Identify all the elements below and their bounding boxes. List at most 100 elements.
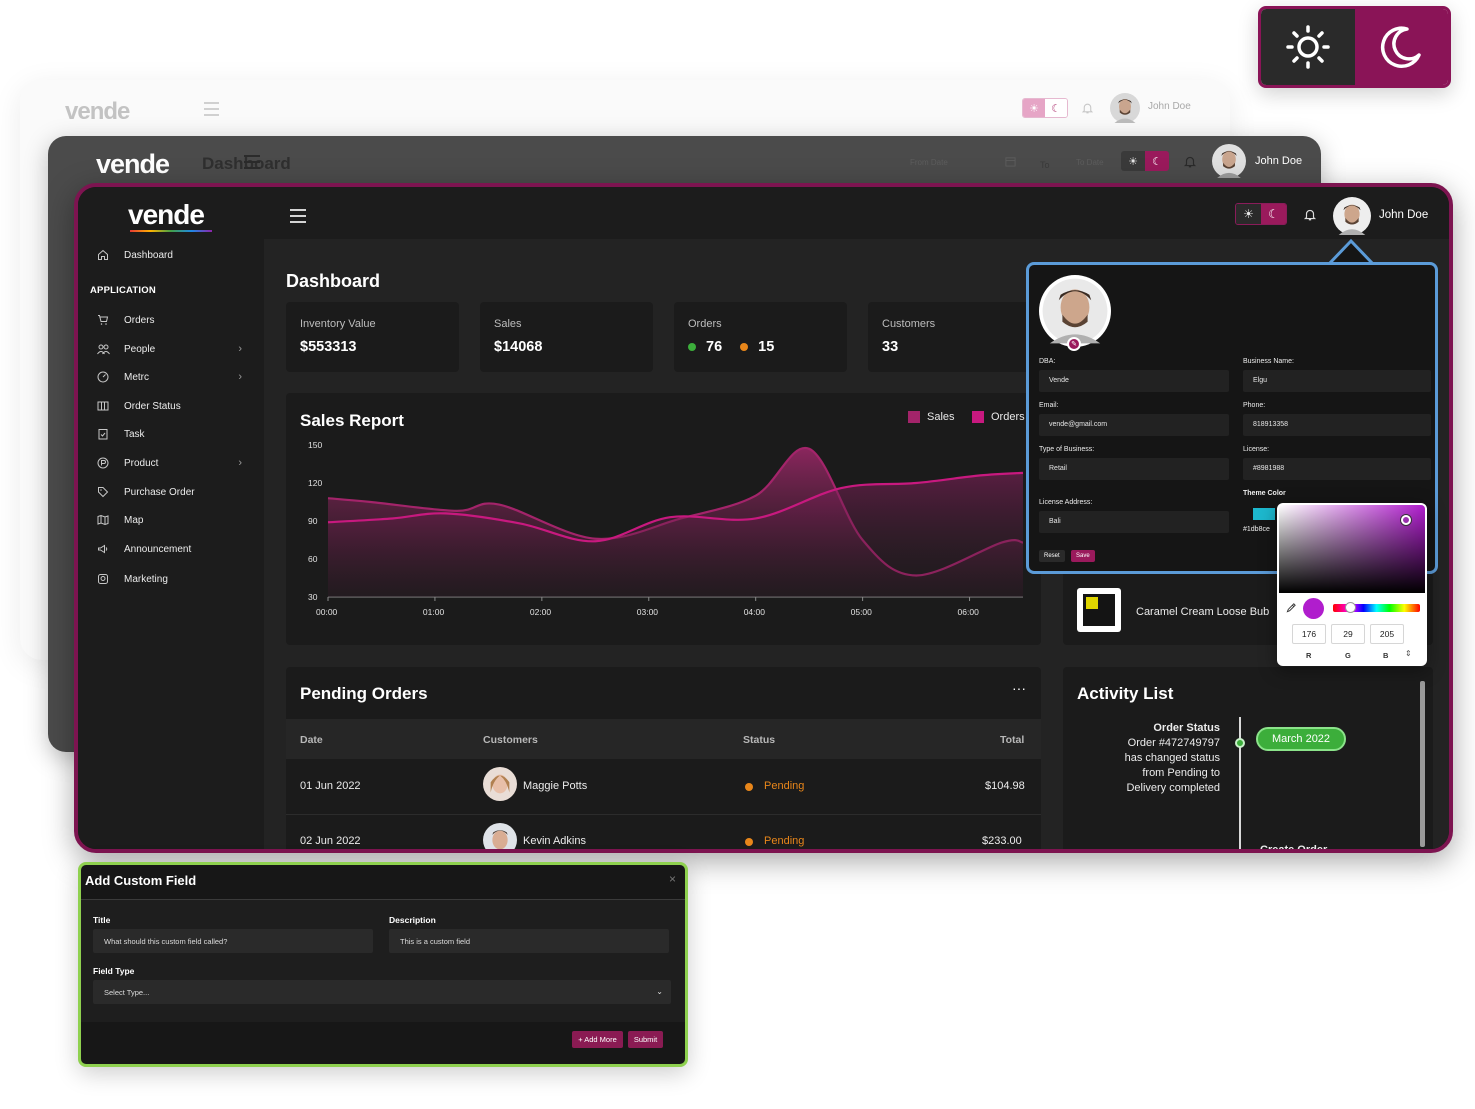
- app-logo[interactable]: vende: [128, 199, 205, 231]
- sidebar-item-orders[interactable]: Orders: [96, 309, 246, 331]
- column-header-total[interactable]: Total: [1000, 734, 1024, 746]
- license-address-field[interactable]: Bali: [1039, 511, 1229, 533]
- table-header: [286, 719, 1041, 759]
- legend-swatch-orders: [972, 411, 984, 423]
- column-header-status[interactable]: Status: [743, 734, 775, 746]
- activity-date-pill: March 2022: [1256, 727, 1346, 751]
- to-label: To: [1040, 160, 1050, 170]
- gauge-icon: [96, 370, 110, 384]
- more-options-icon[interactable]: ···: [1012, 680, 1026, 696]
- sidebar-item-people[interactable]: People ›: [96, 338, 246, 360]
- reset-button[interactable]: Reset: [1039, 550, 1065, 562]
- description-input[interactable]: This is a custom field: [389, 929, 669, 953]
- business-name-field[interactable]: Elgu: [1243, 370, 1431, 392]
- sidebar-item-metrc[interactable]: Metrc ›: [96, 366, 246, 388]
- sidebar-item-dashboard[interactable]: Dashboard: [96, 244, 246, 266]
- dark-mode-button[interactable]: [1354, 9, 1448, 85]
- email-field[interactable]: vende@gmail.com: [1039, 414, 1229, 436]
- x-tick-label: 05:00: [851, 607, 873, 617]
- save-button[interactable]: Save: [1071, 550, 1095, 562]
- y-tick-label: 150: [308, 440, 322, 450]
- theme-color-swatch[interactable]: [1253, 508, 1275, 520]
- sidebar: vende Dashboard APPLICATION Orders Peopl…: [78, 187, 264, 849]
- light-theme-toggle: ☀ ☾: [1022, 98, 1068, 118]
- light-avatar: [1110, 93, 1140, 123]
- columns-icon: [96, 399, 110, 413]
- x-tick-label: 04:00: [744, 607, 766, 617]
- sidebar-item-order-status[interactable]: Order Status: [96, 395, 246, 417]
- sales-chart: 150 120 90 60 30 00:00 01:00 02:00 03:00 04:00 05:…: [308, 440, 1024, 617]
- field-type-label: Field Type: [93, 966, 135, 976]
- sun-icon[interactable]: ☀: [1236, 204, 1261, 224]
- light-menu-icon: [204, 102, 219, 120]
- stat-card-sales: Sales $14068: [480, 302, 653, 372]
- saturation-handle[interactable]: [1401, 515, 1411, 525]
- customer-avatar: [483, 823, 517, 849]
- submit-button[interactable]: Submit: [628, 1031, 663, 1048]
- license-field[interactable]: #8981988: [1243, 458, 1431, 480]
- hue-slider-handle[interactable]: [1345, 602, 1356, 613]
- sidebar-item-map[interactable]: Map: [96, 509, 246, 531]
- sidebar-item-announcement[interactable]: Announcement: [96, 538, 246, 560]
- mid-theme-toggle: ☀ ☾: [1121, 151, 1169, 171]
- moon-icon[interactable]: ☾: [1261, 204, 1286, 224]
- legend-sales[interactable]: Sales: [908, 411, 955, 423]
- theme-toggle[interactable]: ☀ ☾: [1235, 203, 1287, 225]
- customer-name: Maggie Potts: [523, 780, 588, 792]
- product-name[interactable]: Caramel Cream Loose Bub: [1136, 606, 1269, 618]
- legend-orders[interactable]: Orders: [972, 411, 1025, 423]
- marketing-icon: [96, 572, 110, 586]
- edit-avatar-icon[interactable]: ✎: [1067, 337, 1081, 351]
- activity-item-line: from Pending to: [1142, 767, 1220, 779]
- blue-input[interactable]: 205: [1370, 624, 1404, 644]
- business-type-field[interactable]: Retail: [1039, 458, 1229, 480]
- sidebar-item-purchase-order[interactable]: Purchase Order: [96, 481, 246, 503]
- page-title: Dashboard: [286, 271, 381, 291]
- eyedropper-icon[interactable]: [1286, 602, 1297, 613]
- order-date: 01 Jun 2022: [300, 780, 361, 792]
- product-image: [1083, 594, 1115, 626]
- logo-underline: [130, 230, 212, 232]
- green-input[interactable]: 29: [1331, 624, 1365, 644]
- field-type-select[interactable]: Select Type... ⌄: [93, 980, 671, 1004]
- format-switch-icon[interactable]: ⇕: [1405, 649, 1412, 658]
- orders-green-value: 76: [706, 339, 723, 355]
- column-header-date[interactable]: Date: [300, 734, 323, 746]
- dba-field[interactable]: Vende: [1039, 370, 1229, 392]
- sidebar-item-marketing[interactable]: Marketing: [96, 568, 246, 590]
- user-avatar[interactable]: [1333, 197, 1371, 235]
- sidebar-item-product[interactable]: Product ›: [96, 452, 246, 474]
- light-bell-icon: [1081, 101, 1094, 115]
- dba-label: DBA:: [1039, 358, 1056, 365]
- hamburger-menu-icon[interactable]: [290, 209, 306, 227]
- activity-item-line: Order #472749797: [1127, 737, 1220, 749]
- phone-field[interactable]: 818913358: [1243, 414, 1431, 436]
- pending-orders-title: Pending Orders: [300, 684, 428, 703]
- user-name[interactable]: John Doe: [1379, 209, 1428, 221]
- moon-icon: [1381, 26, 1421, 68]
- customer-avatar: [483, 767, 517, 801]
- sidebar-item-task[interactable]: Task: [96, 423, 246, 445]
- chevron-right-icon: ›: [238, 457, 242, 469]
- x-tick-label: 01:00: [423, 607, 445, 617]
- add-more-button[interactable]: + Add More: [572, 1031, 623, 1048]
- selected-color-preview: [1303, 598, 1324, 619]
- title-input[interactable]: What should this custom field called?: [93, 929, 373, 953]
- mid-user-name: John Doe: [1255, 155, 1303, 167]
- activity-scrollbar[interactable]: [1420, 681, 1425, 847]
- notification-bell-icon[interactable]: [1303, 207, 1317, 222]
- light-window-logo: vende: [65, 98, 130, 125]
- title-label: Title: [93, 915, 111, 925]
- stat-label: Customers: [882, 318, 936, 330]
- theme-color-label: Theme Color: [1243, 490, 1286, 497]
- mid-menu-icon: [244, 155, 260, 173]
- chevron-right-icon: ›: [238, 371, 242, 383]
- red-input[interactable]: 176: [1292, 624, 1326, 644]
- stat-label: Sales: [494, 318, 522, 330]
- theme-switch-large[interactable]: [1258, 6, 1451, 88]
- close-icon[interactable]: ×: [669, 872, 676, 886]
- mid-avatar: [1212, 144, 1246, 178]
- column-header-customers[interactable]: Customers: [483, 734, 538, 746]
- light-mode-button[interactable]: [1261, 9, 1355, 85]
- sidebar-item-label: People: [124, 343, 156, 355]
